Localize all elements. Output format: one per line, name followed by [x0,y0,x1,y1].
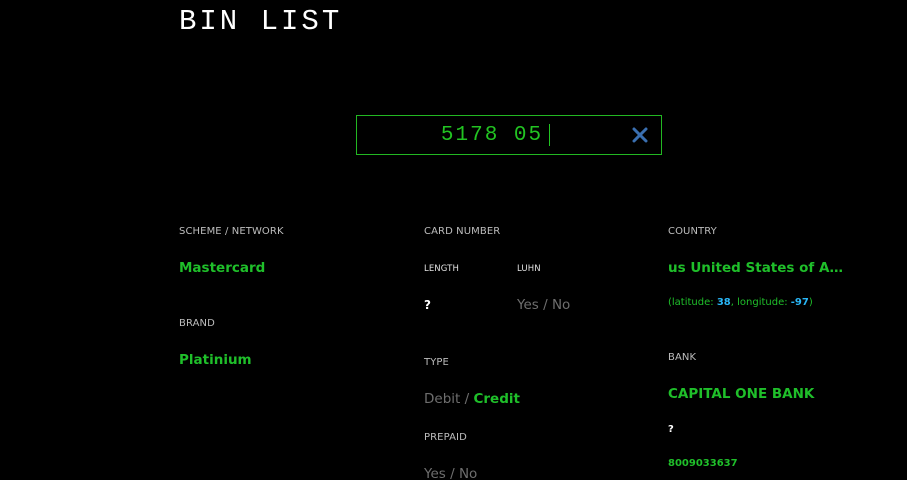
clear-button[interactable] [629,124,651,146]
page: BIN LIST SCHEME / NETWORK Mastercard BRA… [0,0,907,480]
bin-search-input[interactable] [357,116,627,154]
luhn-label: LUHN [517,264,541,274]
longitude-value: -97 [790,297,809,308]
longitude-label: , longitude: [730,297,791,308]
latitude-label: (latitude: [668,297,717,308]
bank-phone: 8009033637 [668,458,738,469]
text-caret [549,124,550,146]
luhn-yes: Yes [517,297,539,313]
bank-name: CAPITAL ONE BANK [668,386,815,402]
length-value: ? [424,298,431,312]
luhn-value: Yes / No [517,297,570,313]
type-label: TYPE [424,357,449,368]
luhn-no: No [551,297,571,313]
scheme-value: Mastercard [179,260,266,276]
country-value: us United States of Ameri... [668,260,848,276]
bank-label: BANK [668,352,697,363]
prepaid-separator: / [445,466,459,480]
length-label: LENGTH [424,264,459,274]
prepaid-label: PREPAID [424,432,467,443]
country-label: COUNTRY [668,226,717,237]
brand-label: BRAND [179,318,215,329]
bank-url: ? [668,424,674,435]
country-coordinates: (latitude: 38, longitude: -97) [668,297,813,308]
prepaid-value: Yes / No [424,466,477,480]
latitude-value: 38 [716,297,731,308]
page-title: BIN LIST [179,5,343,38]
type-value: Debit / Credit [424,391,520,407]
luhn-separator: / [538,297,552,313]
coords-close: ) [808,297,813,308]
close-icon [632,127,648,143]
scheme-label: SCHEME / NETWORK [179,226,284,237]
prepaid-no: No [458,466,478,480]
brand-value: Platinium [179,352,252,368]
type-separator: / [460,391,474,407]
prepaid-yes: Yes [424,466,446,480]
type-debit: Debit [424,391,461,407]
card-number-label: CARD NUMBER [424,226,501,237]
type-credit: Credit [473,391,520,407]
bin-search-box [356,115,662,155]
